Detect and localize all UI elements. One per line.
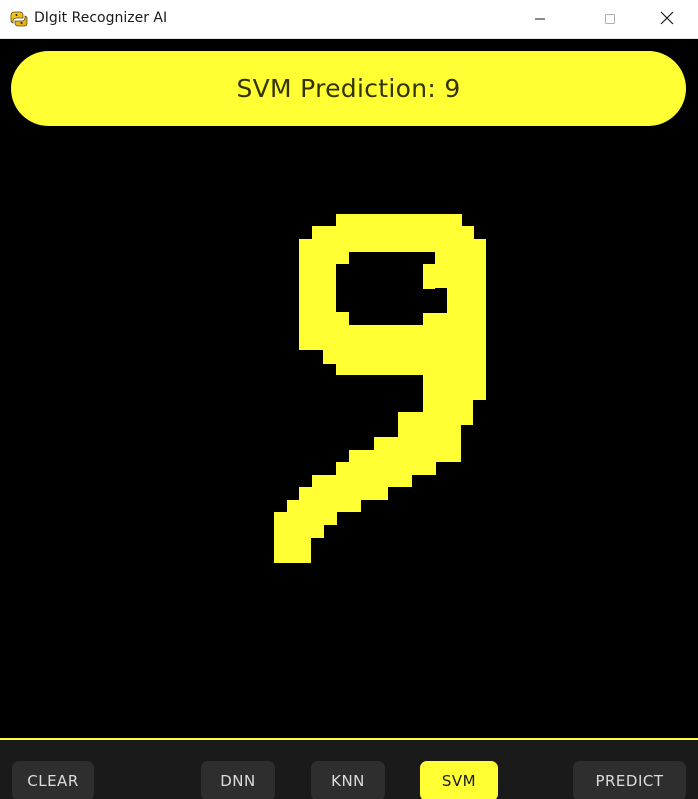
predict-button[interactable]: PREDICT	[573, 761, 686, 799]
maximize-button[interactable]	[587, 0, 633, 38]
title-bar[interactable]: DIgit Recognizer AI	[0, 0, 698, 39]
svm-model-button[interactable]: SVM	[420, 761, 498, 799]
prediction-text: SVM Prediction: 9	[236, 74, 461, 103]
window-title: DIgit Recognizer AI	[34, 10, 168, 26]
close-icon	[660, 10, 674, 29]
app-window: DIgit Recognizer AI SVM Prediction: 9 CL…	[0, 0, 698, 799]
knn-model-button[interactable]: KNN	[311, 761, 385, 799]
close-button[interactable]	[644, 0, 690, 38]
drawn-digit-strokes	[274, 214, 486, 563]
maximize-icon	[604, 10, 616, 29]
minimize-icon	[534, 10, 546, 29]
drawing-canvas[interactable]	[0, 140, 698, 738]
minimize-button[interactable]	[517, 0, 563, 38]
prediction-banner: SVM Prediction: 9	[11, 51, 686, 126]
clear-button[interactable]: CLEAR	[12, 761, 94, 799]
dnn-model-button[interactable]: DNN	[201, 761, 275, 799]
python-snake-icon	[10, 10, 28, 28]
control-bar: CLEAR DNN KNN SVM PREDICT	[0, 740, 698, 799]
